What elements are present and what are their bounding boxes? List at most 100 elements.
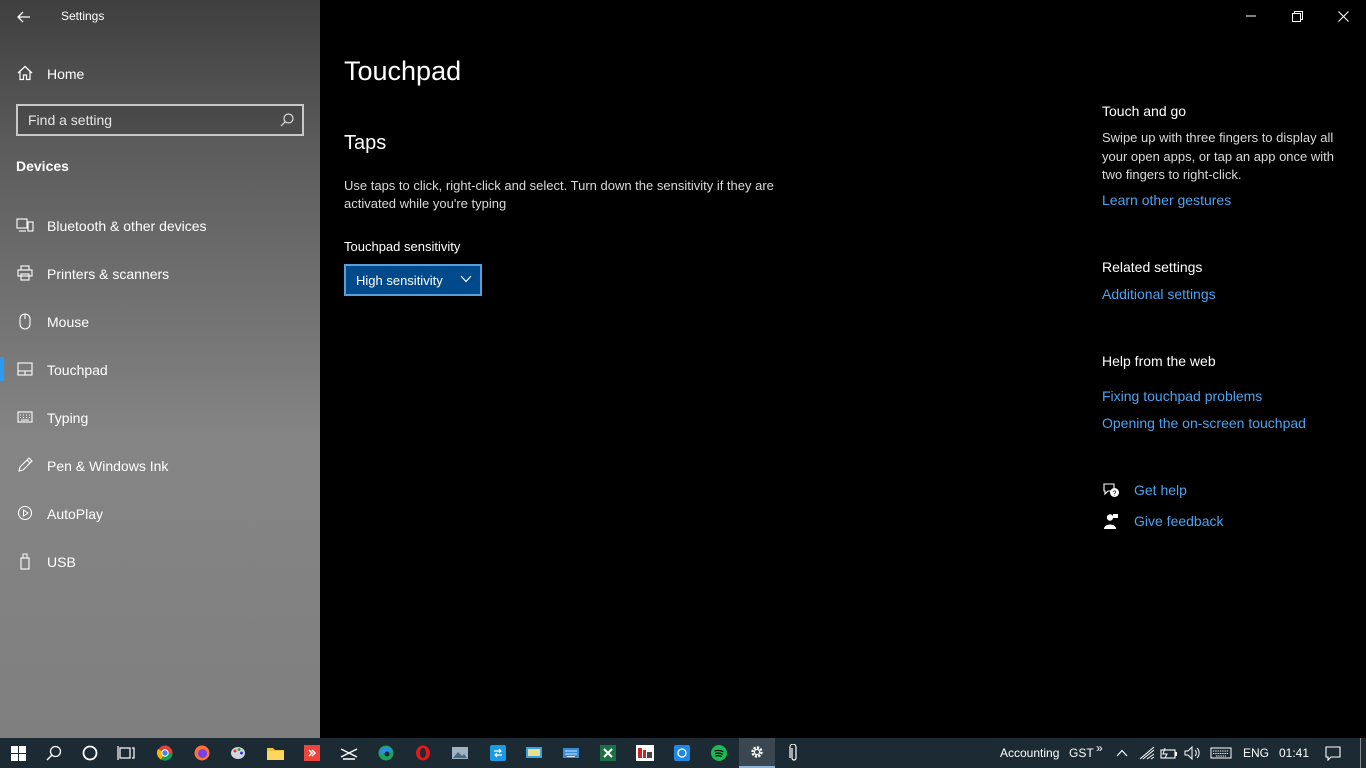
start-button[interactable] [0, 738, 36, 768]
help-from-web-title: Help from the web [1102, 353, 1216, 369]
keyboard-icon [16, 408, 34, 426]
taps-section-title: Taps [344, 132, 387, 154]
sidebar-item-printers[interactable]: Printers & scanners [0, 257, 320, 305]
folder-icon [266, 748, 284, 760]
touchpad-icon [16, 360, 34, 378]
restore-button[interactable] [1274, 0, 1320, 32]
remote-app-icon [304, 745, 320, 761]
excel-icon [600, 745, 616, 761]
firefox-app[interactable] [184, 738, 220, 768]
get-help-row[interactable]: ? Get help [1102, 481, 1187, 499]
page-title: Touchpad [344, 56, 462, 86]
gst-label[interactable]: GST [1069, 746, 1094, 760]
task-view-button[interactable] [108, 738, 144, 768]
show-hidden-icons-button[interactable] [1110, 738, 1134, 768]
spotify-app[interactable] [701, 738, 737, 768]
notification-icon [1325, 745, 1341, 761]
input-language[interactable]: ENG [1243, 746, 1269, 760]
action-center-button[interactable] [1316, 738, 1350, 768]
network-app[interactable] [516, 738, 552, 768]
give-feedback-icon [1102, 512, 1120, 530]
sidebar-item-bluetooth[interactable]: Bluetooth & other devices [0, 209, 320, 257]
taps-description: Use taps to click, right-click and selec… [344, 178, 774, 211]
opera-app[interactable] [405, 738, 441, 768]
onscreen-touchpad-link[interactable]: Opening the on-screen touchpad [1102, 415, 1306, 431]
sidebar-item-autoplay[interactable]: AutoPlay [0, 497, 320, 545]
bluetooth-devices-icon [16, 216, 34, 234]
home-icon [17, 65, 33, 81]
back-arrow-icon [17, 11, 30, 23]
accounting-label[interactable]: Accounting [1000, 746, 1059, 760]
sidebar-item-label: Typing [47, 410, 89, 426]
sidebar-item-mouse[interactable]: Mouse [0, 305, 320, 353]
tally-app[interactable] [627, 738, 663, 768]
autoplay-icon [16, 504, 34, 522]
clock[interactable]: 01:41 [1279, 746, 1309, 760]
sidebar-item-label: Mouse [47, 314, 90, 330]
title-bar: Settings [0, 0, 320, 32]
volume-button[interactable] [1182, 738, 1204, 768]
battery-button[interactable] [1158, 738, 1180, 768]
edge-icon [378, 745, 394, 761]
sidebar-item-label: Printers & scanners [47, 266, 170, 282]
back-button[interactable] [10, 6, 38, 28]
calendar-app[interactable] [664, 738, 700, 768]
usb-icon [16, 552, 34, 570]
close-icon [1337, 10, 1349, 22]
fixing-touchpad-link[interactable]: Fixing touchpad problems [1102, 388, 1262, 404]
search-box[interactable] [16, 104, 304, 136]
sidebar-item-touchpad[interactable]: Touchpad [0, 353, 320, 401]
sidebar-item-usb[interactable]: USB [0, 545, 320, 593]
show-desktop-button[interactable] [1360, 738, 1361, 768]
cortana-button[interactable] [72, 738, 108, 768]
chevron-up-icon [1116, 749, 1128, 757]
chrome-app[interactable] [147, 738, 183, 768]
touchpad-sensitivity-dropdown[interactable]: High sensitivity [344, 264, 482, 296]
photos-icon [452, 747, 468, 759]
learn-gestures-link[interactable]: Learn other gestures [1102, 192, 1231, 208]
scissors-icon [340, 748, 358, 760]
mouse-icon [16, 312, 34, 330]
pen-icon [16, 456, 34, 474]
toolbar-expand-chevron[interactable]: » [1096, 741, 1103, 755]
calendar-app-icon [674, 745, 690, 761]
settings-app[interactable] [739, 738, 775, 768]
devices-section-title: Devices [16, 158, 69, 174]
edge-app[interactable] [368, 738, 404, 768]
snipping-app[interactable] [331, 738, 367, 768]
clip-app[interactable] [776, 738, 812, 768]
app-transfer[interactable] [480, 738, 516, 768]
search-icon[interactable] [280, 113, 294, 127]
dropdown-value: High sensitivity [356, 273, 443, 288]
file-explorer-app[interactable] [257, 738, 293, 768]
tally-icon [636, 745, 654, 761]
sidebar-item-pen[interactable]: Pen & Windows Ink [0, 449, 320, 497]
search-taskbar-button[interactable] [36, 738, 72, 768]
excel-app[interactable] [590, 738, 626, 768]
give-feedback-link[interactable]: Give feedback [1134, 513, 1224, 529]
sidebar-item-label: Pen & Windows Ink [47, 458, 169, 474]
photos-app[interactable] [442, 738, 478, 768]
windows-logo-icon [10, 745, 26, 761]
wifi-button[interactable] [1136, 738, 1158, 768]
sidebar-item-typing[interactable]: Typing [0, 401, 320, 449]
search-input[interactable] [18, 112, 268, 128]
search-icon [46, 745, 62, 761]
get-help-link[interactable]: Get help [1134, 482, 1187, 498]
minimize-icon [1246, 15, 1256, 17]
sidebar-item-label: AutoPlay [47, 506, 104, 522]
on-screen-keyboard-app[interactable] [553, 738, 589, 768]
give-feedback-row[interactable]: Give feedback [1102, 512, 1224, 530]
firefox-icon [194, 745, 210, 761]
paint-app[interactable] [220, 738, 256, 768]
sidebar-item-home[interactable]: Home [0, 58, 320, 88]
sidebar-item-label: USB [47, 554, 76, 570]
touch-keyboard-button[interactable] [1207, 738, 1235, 768]
app-title: Settings [61, 9, 105, 23]
anydesk-app[interactable] [294, 738, 330, 768]
volume-icon [1184, 746, 1200, 760]
close-button[interactable] [1320, 0, 1366, 32]
minimize-button[interactable] [1228, 0, 1274, 32]
transfer-app-icon [490, 745, 506, 761]
additional-settings-link[interactable]: Additional settings [1102, 286, 1216, 302]
